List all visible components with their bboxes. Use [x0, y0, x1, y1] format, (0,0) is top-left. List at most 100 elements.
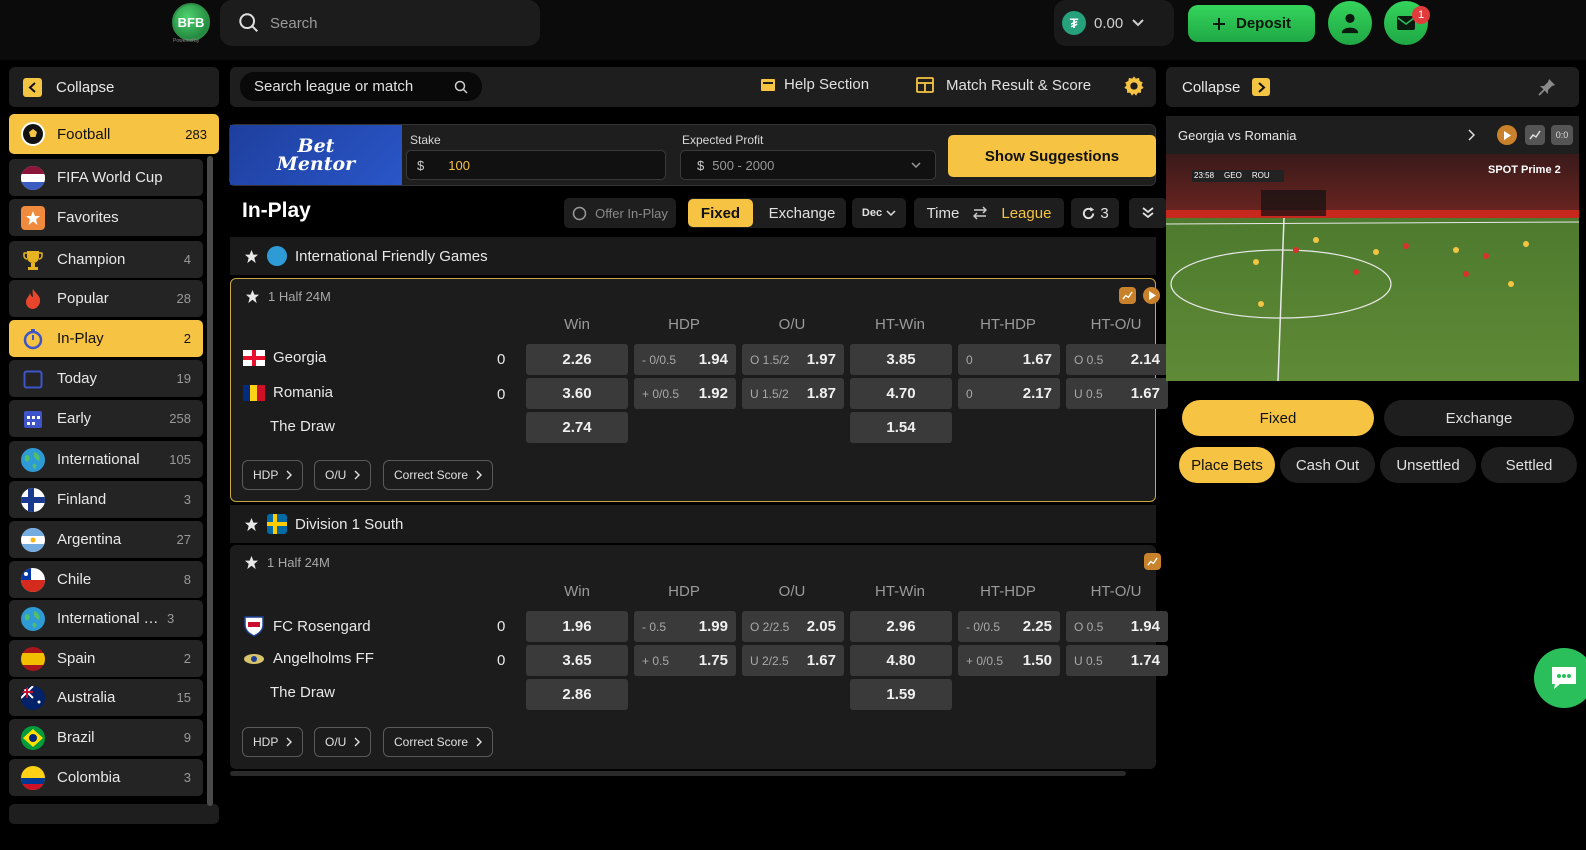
team-home[interactable]: Georgia — [243, 349, 326, 366]
odds-button[interactable]: O 0.5 1.94 — [1066, 611, 1168, 642]
live-video-player[interactable]: 23:58 GEO ROU SPOT Prime 2 — [1166, 154, 1579, 381]
star-icon[interactable] — [244, 555, 259, 570]
odds-button[interactable]: 2.74 — [526, 412, 628, 443]
sidebar-item-finland[interactable]: Finland 3 — [9, 481, 203, 518]
global-search-input[interactable]: Search — [220, 0, 540, 46]
odds-button[interactable]: - 0/0.5 2.25 — [958, 611, 1060, 642]
odds-button[interactable]: O 1.5/2 1.97 — [742, 344, 844, 375]
sidebar-item-colombia[interactable]: Colombia 3 — [9, 759, 203, 796]
odds-button[interactable]: O 0.5 2.14 — [1066, 344, 1168, 375]
tab-place-bets[interactable]: Place Bets — [1179, 447, 1275, 483]
star-icon[interactable] — [244, 249, 259, 264]
star-icon[interactable] — [245, 289, 260, 304]
help-section-link[interactable]: Help Section — [760, 76, 869, 93]
sidebar-item-early[interactable]: Early 258 — [9, 400, 203, 437]
expected-profit-select[interactable]: $ 500 - 2000 — [680, 150, 936, 180]
balance-dropdown[interactable]: ₮ 0.00 — [1054, 0, 1174, 46]
right-tab-exchange[interactable]: Exchange — [1384, 400, 1574, 436]
odds-button[interactable]: - 0.5 1.99 — [634, 611, 736, 642]
league-header[interactable]: International Friendly Games — [230, 237, 1156, 275]
live-stream-icon[interactable] — [1497, 125, 1517, 145]
team-away[interactable]: Angelholms FF — [243, 650, 374, 667]
odds-button[interactable]: 1.96 — [526, 611, 628, 642]
refresh-button[interactable]: 3 — [1071, 198, 1119, 228]
odds-button[interactable]: U 1.5/2 1.87 — [742, 378, 844, 409]
odds-button[interactable]: 3.65 — [526, 645, 628, 676]
right-tab-fixed[interactable]: Fixed — [1182, 400, 1374, 436]
odds-button[interactable]: U 0.5 1.74 — [1066, 645, 1168, 676]
video-header[interactable]: Georgia vs Romania 0:0 — [1166, 116, 1579, 154]
live-chat-button[interactable] — [1534, 648, 1586, 708]
sidebar-item-today[interactable]: Today 19 — [9, 360, 203, 397]
brand-logo[interactable]: BFB — [172, 3, 210, 41]
odds-button[interactable]: U 2/2.5 1.67 — [742, 645, 844, 676]
sidebar-item-international[interactable]: International 105 — [9, 441, 203, 478]
sidebar-scrollbar[interactable] — [207, 156, 213, 806]
league-search-input[interactable]: Search league or match — [240, 72, 482, 101]
sidebar-item-international-youth[interactable]: International Youth 3 — [9, 600, 203, 637]
correct-score-button[interactable]: Correct Score — [383, 460, 494, 490]
odds-button[interactable]: 3.60 — [526, 378, 628, 409]
tab-unsettled[interactable]: Unsettled — [1380, 447, 1476, 483]
correct-score-button[interactable]: Correct Score — [383, 727, 494, 757]
sidebar-item-brazil[interactable]: Brazil 9 — [9, 719, 203, 756]
odds-button[interactable]: 1.54 — [850, 412, 952, 443]
sort-toggle[interactable]: Time League — [914, 198, 1064, 228]
odds-button[interactable]: + 0/0.5 1.92 — [634, 378, 736, 409]
collapse-all-button[interactable] — [1129, 198, 1167, 228]
stats-icon[interactable] — [1525, 125, 1545, 145]
team-away[interactable]: Romania — [243, 384, 333, 401]
odds-format-dropdown[interactable]: Dec — [852, 198, 906, 228]
right-panel-collapse-button[interactable]: Collapse — [1166, 67, 1579, 107]
sidebar-collapse-button[interactable]: Collapse — [9, 67, 219, 107]
sidebar-item-football[interactable]: Football 283 — [9, 114, 219, 154]
tab-cash-out[interactable]: Cash Out — [1280, 447, 1375, 483]
odds-button[interactable]: 0 1.67 — [958, 344, 1060, 375]
pin-icon[interactable] — [1538, 78, 1556, 96]
hdp-more-button[interactable]: HDP — [242, 727, 304, 757]
star-icon[interactable] — [244, 517, 259, 532]
ou-more-button[interactable]: O/U — [314, 460, 372, 490]
sidebar-item-argentina[interactable]: Argentina 27 — [9, 521, 203, 558]
odds-button[interactable]: 2.86 — [526, 679, 628, 710]
sidebar-item-chile[interactable]: Chile 8 — [9, 561, 203, 598]
tab-settled[interactable]: Settled — [1481, 447, 1577, 483]
scoreboard-icon[interactable]: 0:0 — [1551, 125, 1573, 145]
tab-fixed[interactable]: Fixed — [688, 199, 753, 227]
offer-in-play-toggle[interactable]: Offer In-Play — [564, 198, 676, 228]
team-home[interactable]: FC Rosengard — [243, 615, 371, 637]
sidebar-item-champion[interactable]: Champion 4 — [9, 241, 203, 278]
hdp-more-button[interactable]: HDP — [242, 460, 304, 490]
match-result-link[interactable]: Match Result & Score — [916, 76, 1091, 94]
deposit-button[interactable]: Deposit — [1188, 5, 1315, 42]
odds-button[interactable]: + 0/0.5 1.50 — [958, 645, 1060, 676]
odds-button[interactable]: 3.85 — [850, 344, 952, 375]
sidebar-item-spain[interactable]: Spain 2 — [9, 640, 203, 677]
profile-button[interactable] — [1328, 1, 1372, 45]
odds-button[interactable]: 4.70 — [850, 378, 952, 409]
sidebar-item-australia[interactable]: Australia 15 — [9, 679, 203, 716]
odds-button[interactable]: 0 2.17 — [958, 378, 1060, 409]
horizontal-scrollbar[interactable] — [230, 771, 1126, 776]
sidebar-item-favorites[interactable]: Favorites — [9, 199, 203, 236]
show-suggestions-button[interactable]: Show Suggestions — [948, 135, 1156, 177]
stats-icon[interactable] — [1119, 287, 1136, 304]
settings-gear-icon[interactable] — [1123, 75, 1145, 97]
odds-button[interactable]: + 0.5 1.75 — [634, 645, 736, 676]
odds-button[interactable]: 2.26 — [526, 344, 628, 375]
live-stream-icon[interactable] — [1143, 287, 1160, 304]
odds-button[interactable]: U 0.5 1.67 — [1066, 378, 1168, 409]
tab-exchange[interactable]: Exchange — [760, 199, 844, 227]
league-header[interactable]: Division 1 South — [230, 505, 1156, 543]
odds-button[interactable]: 4.80 — [850, 645, 952, 676]
stake-input[interactable]: $ 100 — [406, 150, 666, 180]
odds-button[interactable]: 2.96 — [850, 611, 952, 642]
sidebar-item-popular[interactable]: Popular 28 — [9, 280, 203, 317]
odds-button[interactable]: O 2/2.5 2.05 — [742, 611, 844, 642]
sidebar-item-in-play[interactable]: In-Play 2 — [9, 320, 203, 357]
odds-button[interactable]: - 0/0.5 1.94 — [634, 344, 736, 375]
sidebar-item-fifa-world-cup[interactable]: FIFA World Cup — [9, 159, 203, 196]
odds-button[interactable]: 1.59 — [850, 679, 952, 710]
ou-more-button[interactable]: O/U — [314, 727, 372, 757]
stats-icon[interactable] — [1144, 553, 1161, 570]
